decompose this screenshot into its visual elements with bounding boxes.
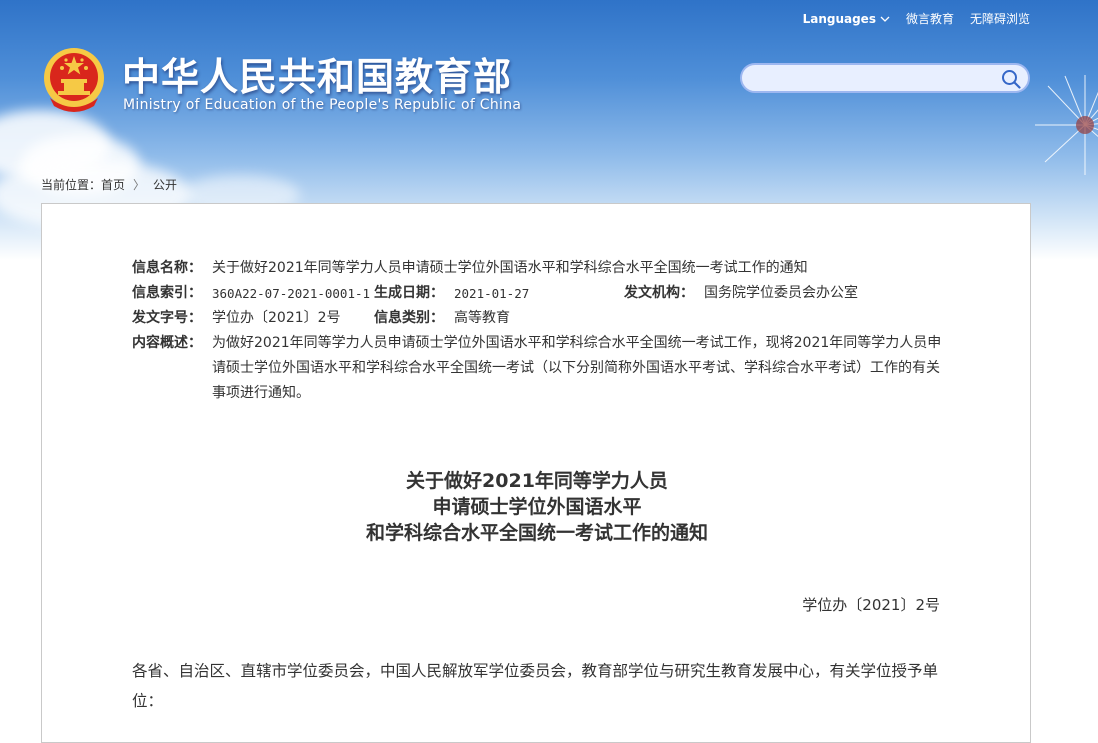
document-number: 学位办〔2021〕2号 [802, 596, 940, 614]
info-name-label: 信息名称： [132, 260, 202, 276]
weibo-link[interactable]: 微言教育 [906, 10, 954, 27]
issuing-org-label: 发文机构： [624, 285, 694, 301]
issuing-org-value: 国务院学位委员会办公室 [704, 285, 858, 301]
document-title-line: 和学科综合水平全国统一考试工作的通知 [365, 522, 708, 544]
info-name-value: 关于做好2021年同等学力人员申请硕士学位外国语水平和学科综合水平全国统一考试工… [212, 260, 808, 276]
accessibility-link[interactable]: 无障碍浏览 [970, 10, 1030, 27]
breadcrumb-home-link[interactable]: 首页 [101, 178, 125, 192]
breadcrumb-current-link[interactable]: 公开 [153, 178, 177, 192]
document-title: 关于做好2021年同等学力人员 申请硕士学位外国语水平 和学科综合水平全国统一考… [42, 468, 1032, 546]
site-subtitle-en: Ministry of Education of the People's Re… [123, 97, 522, 113]
content-panel: 信息名称： 关于做好2021年同等学力人员申请硕士学位外国语水平和学科综合水平全… [41, 203, 1031, 743]
date-label: 生成日期： [374, 285, 444, 301]
info-category-value: 高等教育 [454, 310, 510, 326]
document-title-line: 申请硕士学位外国语水平 [432, 496, 642, 518]
site-title: 中华人民共和国教育部 [122, 55, 513, 99]
doc-number-label: 发文字号： [132, 310, 202, 326]
search-icon[interactable] [1000, 68, 1022, 90]
doc-number-value: 学位办〔2021〕2号 [212, 310, 341, 326]
dandelion-decoration-icon [1035, 75, 1098, 175]
info-index-label: 信息索引： [132, 285, 202, 301]
date-value: 2021-01-27 [454, 286, 530, 301]
meta-row-name: 信息名称： 关于做好2021年同等学力人员申请硕士学位外国语水平和学科综合水平全… [132, 256, 952, 281]
national-emblem-icon [44, 48, 104, 112]
meta-row-index: 信息索引： 360A22-07-2021-0001-1 生成日期： 2021-0… [132, 281, 952, 306]
languages-label: Languages [802, 11, 876, 26]
top-nav: Languages 微言教育 无障碍浏览 [803, 10, 1030, 27]
document-addressee: 各省、自治区、直辖市学位委员会，中国人民解放军学位委员会，教育部学位与研究生教育… [132, 662, 939, 710]
meta-row-docnum: 发文字号： 学位办〔2021〕2号 信息类别： 高等教育 [132, 306, 952, 331]
breadcrumb-prefix: 当前位置： [41, 178, 102, 192]
info-meta-table: 信息名称： 关于做好2021年同等学力人员申请硕士学位外国语水平和学科综合水平全… [132, 256, 952, 406]
search-box [740, 63, 1030, 93]
meta-row-summary: 内容概述： 为做好2021年同等学力人员申请硕士学位外国语水平和学科综合水平全国… [132, 331, 952, 406]
info-category-label: 信息类别： [374, 310, 444, 326]
languages-dropdown[interactable]: Languages [803, 12, 890, 26]
chevron-down-icon [880, 16, 890, 22]
summary-label: 内容概述： [132, 335, 202, 351]
breadcrumb-separator: 〉 [133, 178, 146, 192]
info-index-value: 360A22-07-2021-0001-1 [212, 286, 371, 301]
search-input[interactable] [754, 69, 998, 89]
document-title-line: 关于做好2021年同等学力人员 [406, 470, 668, 492]
summary-value: 为做好2021年同等学力人员申请硕士学位外国语水平和学科综合水平全国统一考试工作… [212, 335, 942, 401]
breadcrumb: 当前位置：首页〉公开 [41, 176, 177, 193]
